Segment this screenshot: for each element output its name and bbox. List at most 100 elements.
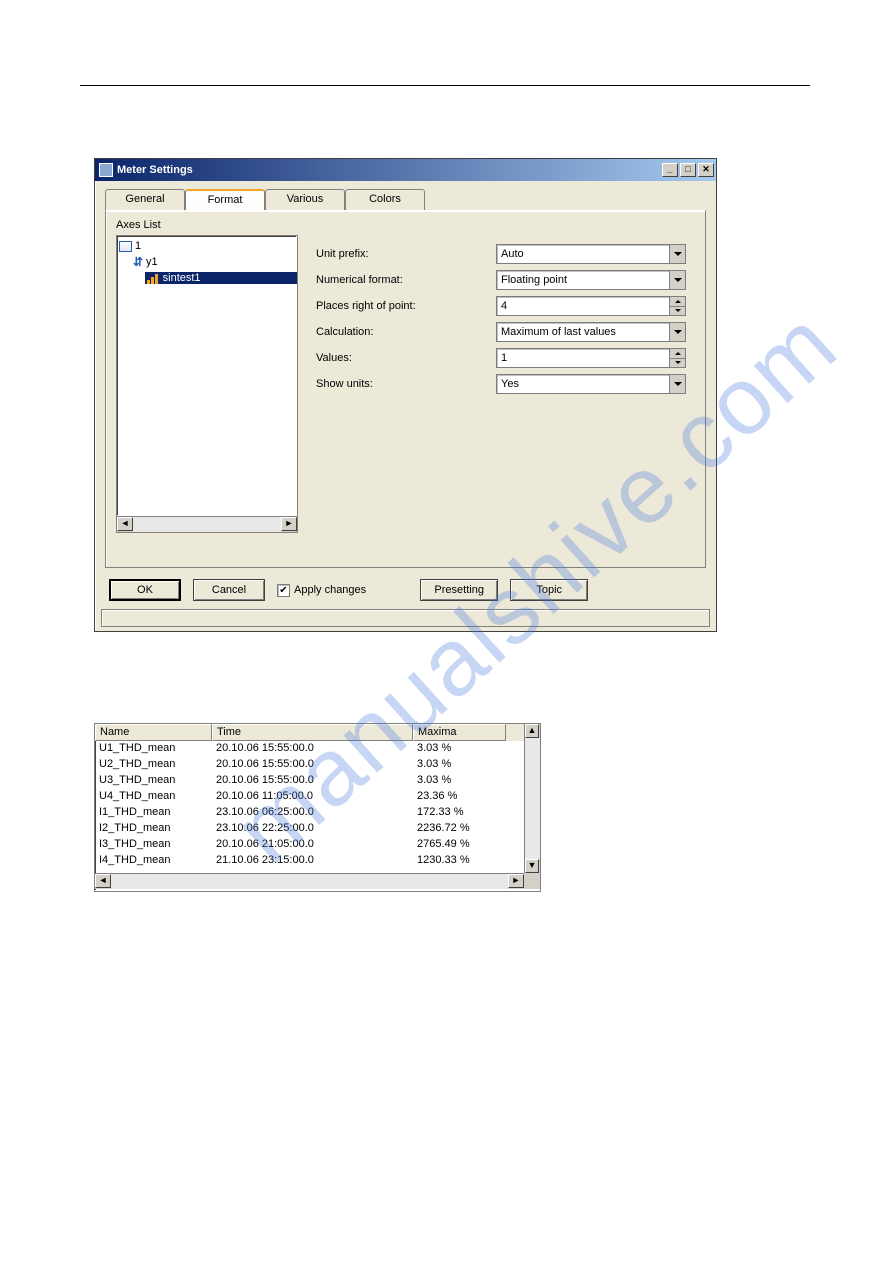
table-row[interactable]: I2_THD_mean23.10.06 22:25:00.02236.72 %: [95, 821, 524, 837]
page-rule: [80, 85, 810, 86]
values-value: 1: [501, 352, 507, 364]
spin-up-icon[interactable]: [669, 349, 685, 359]
tab-general[interactable]: General: [105, 189, 185, 210]
calculation-select[interactable]: Maximum of last values: [496, 322, 686, 342]
minimize-button[interactable]: _: [662, 163, 678, 177]
show-units-label: Show units:: [316, 378, 496, 390]
cell-time: 23.10.06 22:25:00.0: [212, 821, 413, 837]
cell-maxima: 23.36 %: [413, 789, 506, 805]
cell-name: I4_THD_mean: [95, 853, 212, 869]
tree-signal-label: sintest1: [163, 272, 201, 284]
presetting-button[interactable]: Presetting: [420, 579, 498, 601]
titlebar[interactable]: Meter Settings _ □ ✕: [95, 159, 716, 181]
cell-maxima: 3.03 %: [413, 773, 506, 789]
cell-time: 23.10.06 06:25:00.0: [212, 805, 413, 821]
cell-name: I2_THD_mean: [95, 821, 212, 837]
scroll-right-icon[interactable]: ►: [508, 874, 524, 888]
chevron-down-icon[interactable]: [669, 245, 685, 263]
cell-maxima: 3.03 %: [413, 741, 506, 757]
scroll-corner: [524, 873, 540, 889]
cell-maxima: 172.33 %: [413, 805, 506, 821]
cell-name: U4_THD_mean: [95, 789, 212, 805]
tabstrip: General Format Various Colors: [105, 189, 706, 211]
apply-changes-checkbox[interactable]: ✔ Apply changes: [277, 584, 366, 597]
table-icon: [119, 241, 132, 252]
bars-icon: [147, 273, 160, 284]
listview-vscrollbar[interactable]: ▲ ▼: [524, 724, 540, 873]
cell-maxima: 2236.72 %: [413, 821, 506, 837]
unit-prefix-value: Auto: [501, 248, 524, 260]
table-row[interactable]: U1_THD_mean20.10.06 15:55:00.03.03 %: [95, 741, 524, 757]
axes-list-label: Axes List: [116, 219, 695, 231]
show-units-select[interactable]: Yes: [496, 374, 686, 394]
cancel-button[interactable]: Cancel: [193, 579, 265, 601]
unit-prefix-label: Unit prefix:: [316, 248, 496, 260]
table-row[interactable]: U4_THD_mean20.10.06 11:05:00.023.36 %: [95, 789, 524, 805]
cell-maxima: 1230.33 %: [413, 853, 506, 869]
listview-hscrollbar[interactable]: ◄ ►: [95, 873, 524, 889]
tree-root[interactable]: 1: [119, 238, 297, 254]
table-row[interactable]: U3_THD_mean20.10.06 15:55:00.03.03 %: [95, 773, 524, 789]
num-format-label: Numerical format:: [316, 274, 496, 286]
col-time[interactable]: Time: [212, 724, 413, 741]
tab-format[interactable]: Format: [185, 189, 265, 210]
checkbox-icon[interactable]: ✔: [277, 584, 290, 597]
calculation-value: Maximum of last values: [501, 326, 616, 338]
values-label: Values:: [316, 352, 496, 364]
col-maxima[interactable]: Maxima: [413, 724, 506, 741]
scroll-up-icon[interactable]: ▲: [525, 724, 539, 738]
table-row[interactable]: I4_THD_mean21.10.06 23:15:00.01230.33 %: [95, 853, 524, 869]
table-row[interactable]: U2_THD_mean20.10.06 15:55:00.03.03 %: [95, 757, 524, 773]
cell-time: 20.10.06 21:05:00.0: [212, 837, 413, 853]
scroll-down-icon[interactable]: ▼: [525, 859, 539, 873]
cell-time: 20.10.06 15:55:00.0: [212, 757, 413, 773]
spin-down-icon[interactable]: [669, 359, 685, 368]
status-bar: [101, 609, 710, 627]
places-value: 4: [501, 300, 507, 312]
values-spinner[interactable]: 1: [496, 348, 686, 368]
spin-up-icon[interactable]: [669, 297, 685, 307]
app-icon: [99, 163, 113, 177]
maximize-button[interactable]: □: [680, 163, 696, 177]
tree-hscrollbar[interactable]: ◄ ►: [116, 517, 298, 533]
scroll-right-icon[interactable]: ►: [281, 517, 297, 531]
chevron-down-icon[interactable]: [669, 271, 685, 289]
meter-settings-dialog: Meter Settings _ □ ✕ General Format Vari…: [94, 158, 717, 632]
spin-down-icon[interactable]: [669, 307, 685, 316]
dialog-button-row: OK Cancel ✔ Apply changes Presetting Top…: [105, 577, 706, 603]
scroll-left-icon[interactable]: ◄: [95, 874, 111, 888]
tab-various[interactable]: Various: [265, 189, 345, 210]
chevron-down-icon[interactable]: [669, 375, 685, 393]
table-row[interactable]: I1_THD_mean23.10.06 06:25:00.0172.33 %: [95, 805, 524, 821]
tree-signal[interactable]: sintest1: [119, 270, 297, 286]
num-format-select[interactable]: Floating point: [496, 270, 686, 290]
chevron-down-icon[interactable]: [669, 323, 685, 341]
close-button[interactable]: ✕: [698, 163, 714, 177]
cell-name: U2_THD_mean: [95, 757, 212, 773]
tab-panel-format: Axes List 1 ⇵ y1 sintest1: [105, 210, 706, 568]
topic-button[interactable]: Topic: [510, 579, 588, 601]
places-spinner[interactable]: 4: [496, 296, 686, 316]
results-listview[interactable]: Name Time Maxima U1_THD_mean20.10.06 15:…: [94, 723, 541, 892]
ok-button[interactable]: OK: [109, 579, 181, 601]
col-name[interactable]: Name: [95, 724, 212, 741]
listview-body[interactable]: U1_THD_mean20.10.06 15:55:00.03.03 %U2_T…: [95, 741, 524, 873]
num-format-value: Floating point: [501, 274, 567, 286]
cell-name: U3_THD_mean: [95, 773, 212, 789]
calculation-label: Calculation:: [316, 326, 496, 338]
table-row[interactable]: I3_THD_mean20.10.06 21:05:00.02765.49 %: [95, 837, 524, 853]
cell-maxima: 3.03 %: [413, 757, 506, 773]
places-label: Places right of point:: [316, 300, 496, 312]
cell-time: 20.10.06 11:05:00.0: [212, 789, 413, 805]
axes-tree[interactable]: 1 ⇵ y1 sintest1: [116, 235, 298, 517]
cell-name: U1_THD_mean: [95, 741, 212, 757]
window-title: Meter Settings: [117, 164, 193, 176]
axis-icon: ⇵: [133, 255, 144, 269]
tab-colors[interactable]: Colors: [345, 189, 425, 210]
unit-prefix-select[interactable]: Auto: [496, 244, 686, 264]
scroll-left-icon[interactable]: ◄: [117, 517, 133, 531]
tree-axis[interactable]: ⇵ y1: [119, 254, 297, 270]
tree-root-label: 1: [135, 240, 141, 252]
cell-time: 20.10.06 15:55:00.0: [212, 773, 413, 789]
cell-name: I1_THD_mean: [95, 805, 212, 821]
